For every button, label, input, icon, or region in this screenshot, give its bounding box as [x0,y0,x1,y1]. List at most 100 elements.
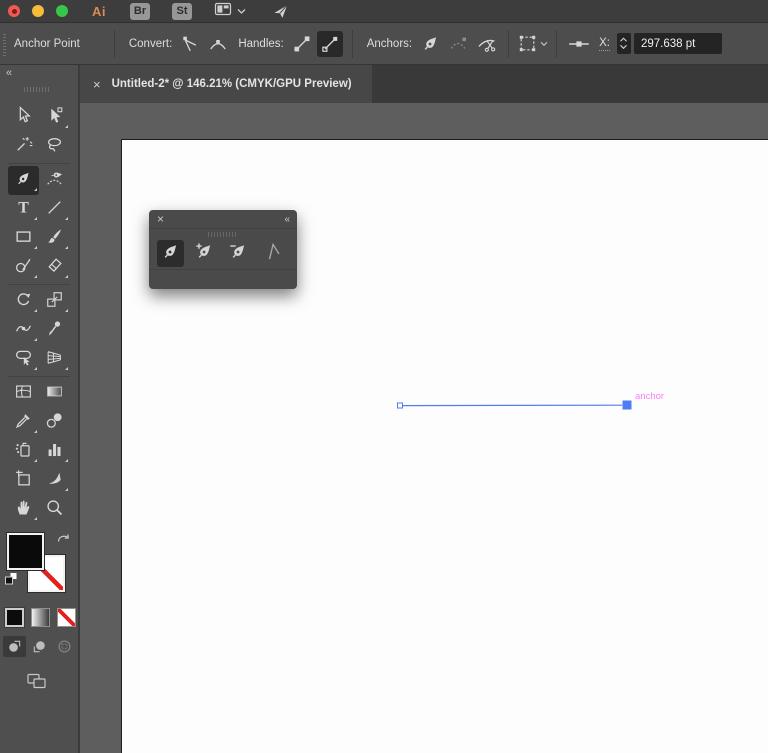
close-panel-icon[interactable]: × [157,212,164,226]
collapse-panel-icon[interactable]: « [6,67,12,79]
illustrator-logo: Ai [92,3,106,19]
artboard-tool[interactable] [8,466,39,495]
eyedropper-tool[interactable] [8,408,39,437]
context-title: Anchor Point [14,37,80,50]
selection-icon [14,105,33,130]
screen-mode-button[interactable] [26,672,78,695]
curvature-icon [45,169,64,193]
chevron-down-icon [540,38,548,50]
add-anchor-point-tool[interactable] [191,240,218,267]
share-icon[interactable] [272,3,289,20]
pen-icon [14,169,33,193]
gradient-button[interactable] [31,608,50,627]
type-tool[interactable]: T [8,195,39,224]
width-icon [14,319,33,343]
divider [508,29,510,58]
tool-grid: T [0,103,78,524]
shaper-tool[interactable] [8,253,39,282]
none-button[interactable] [57,608,76,627]
rotate-tool[interactable] [8,287,39,316]
slice-tool[interactable] [39,466,70,495]
symbol-sprayer-tool[interactable] [8,437,39,466]
control-bar: Anchor Point Convert: Handles: Anchors: [0,22,768,65]
hand-tool[interactable] [8,495,39,524]
vector-path[interactable] [392,397,642,419]
bridge-button[interactable]: Br [130,2,150,20]
titlebar: Ai Br St [0,0,768,22]
illustrator-window: Ai Br St Anchor Point Convert: Handles: … [0,0,768,753]
anchor-point-icon [262,241,283,267]
lasso-tool[interactable] [39,132,70,161]
line-segment-tool[interactable] [39,195,70,224]
gradient-tool[interactable] [39,379,70,408]
perspective-grid-tool[interactable] [39,345,70,374]
delete-anchor-point-tool[interactable] [225,240,252,267]
type-icon: T [14,198,33,222]
remove-anchors-pen-button[interactable] [417,31,443,57]
color-type-row [5,608,78,627]
x-stepper[interactable] [616,33,631,54]
fill-stroke-control [4,532,74,596]
collapse-panel-icon[interactable]: « [284,214,289,225]
anchor-point-tool[interactable] [259,240,286,267]
panel-grip[interactable] [208,232,238,237]
close-tab-icon[interactable]: × [93,77,101,92]
workspace-switcher[interactable] [214,1,246,22]
puppet-warp-tool[interactable] [39,316,70,345]
tool-group-divider [8,376,70,377]
direct-selection-icon [45,106,64,130]
shape-builder-tool[interactable] [8,345,39,374]
zoom-tool[interactable] [39,495,70,524]
cut-path-button[interactable] [473,31,499,57]
line-segment-icon [45,198,64,222]
mesh-tool[interactable] [8,379,39,408]
svg-text:T: T [18,199,29,216]
paintbrush-tool[interactable] [39,224,70,253]
canvas[interactable]: × « anchor [80,103,768,753]
rectangle-tool[interactable] [8,224,39,253]
anchors-label: Anchors: [366,37,413,50]
blend-tool[interactable] [39,408,70,437]
fill-swatch[interactable] [7,533,44,570]
unsaved-dot-icon [11,8,17,14]
direct-selection-tool[interactable] [39,103,70,132]
close-window-button[interactable] [8,5,20,17]
connect-path-button[interactable] [445,31,471,57]
chevron-down-icon [237,2,246,20]
draw-behind-button[interactable] [28,636,51,657]
default-fill-stroke-icon[interactable] [4,571,19,591]
swap-fill-stroke-icon[interactable] [56,532,70,550]
pen-tool[interactable] [8,166,39,195]
stock-button[interactable]: St [172,2,192,20]
zoom-icon [45,498,64,522]
panel-grip[interactable] [3,31,6,56]
color-button[interactable] [5,608,24,627]
mesh-icon [14,382,33,406]
selection-tool[interactable] [8,103,39,132]
scale-tool[interactable] [39,287,70,316]
eraser-tool[interactable] [39,253,70,282]
curvature-tool[interactable] [39,166,70,195]
draw-normal-button[interactable] [3,636,26,657]
x-position-input[interactable]: 297.638 pt [633,33,722,54]
convert-to-corner-button[interactable] [177,31,203,57]
width-tool[interactable] [8,316,39,345]
lasso-icon [45,135,64,159]
document-tab[interactable]: × Untitled-2* @ 146.21% (CMYK/GPU Previe… [80,65,372,103]
panel-grip[interactable] [24,87,50,92]
tools-panel: « T [0,65,80,753]
transform-box-dropdown[interactable] [517,33,548,54]
fullscreen-window-button[interactable] [56,5,68,17]
show-handles-button[interactable] [289,31,315,57]
column-graph-tool[interactable] [39,437,70,466]
delete-anchor-point-icon [228,241,249,267]
magic-wand-tool[interactable] [8,132,39,161]
convert-to-smooth-button[interactable] [205,31,231,57]
blend-icon [45,411,64,435]
minimize-window-button[interactable] [32,5,44,17]
workspace-layout-icon [214,1,232,22]
hide-handles-button[interactable] [316,30,343,57]
pen-tool[interactable] [157,240,184,267]
draw-inside-button[interactable] [53,636,76,657]
pen-tools-panel: × « [149,210,297,289]
